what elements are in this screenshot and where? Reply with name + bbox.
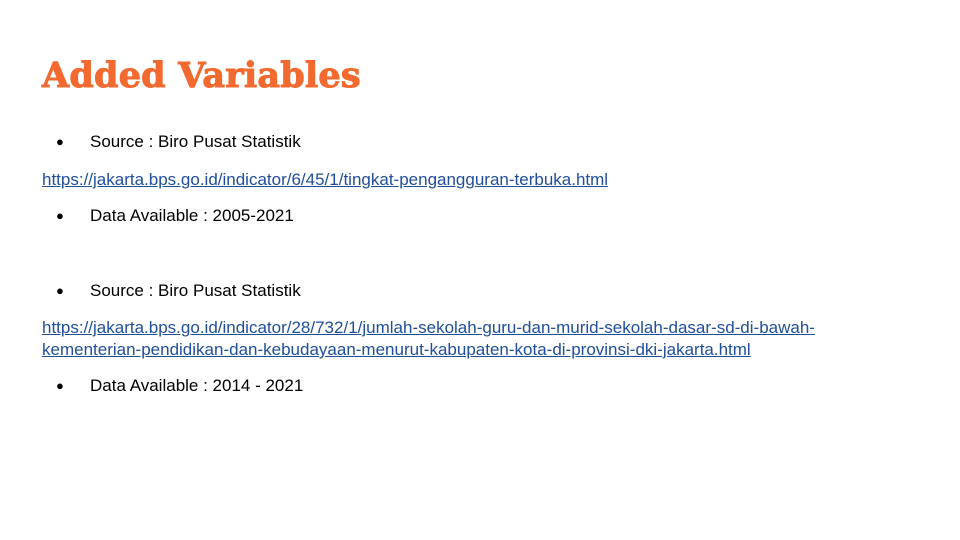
bullet-source-2: ● Source : Biro Pusat Statistik bbox=[56, 280, 301, 302]
bullet-data-available-1: ● Data Available : 2005-2021 bbox=[56, 205, 294, 227]
slide: Added Variables ● Source : Biro Pusat Sta… bbox=[0, 0, 960, 540]
source-link-2[interactable]: https://jakarta.bps.go.id/indicator/28/7… bbox=[42, 317, 815, 361]
data-available-text-2: Data Available : 2014 - 2021 bbox=[90, 376, 304, 395]
source-link-1[interactable]: https://jakarta.bps.go.id/indicator/6/45… bbox=[42, 169, 608, 191]
bullet-icon: ● bbox=[56, 378, 64, 393]
bullet-data-available-2: ● Data Available : 2014 - 2021 bbox=[56, 375, 303, 397]
source-text-1: Source : Biro Pusat Statistik bbox=[90, 132, 301, 151]
bullet-source-1: ● Source : Biro Pusat Statistik bbox=[56, 131, 301, 153]
source-text-2: Source : Biro Pusat Statistik bbox=[90, 281, 301, 300]
source-link-2-line1[interactable]: https://jakarta.bps.go.id/indicator/28/7… bbox=[42, 317, 815, 339]
bullet-icon: ● bbox=[56, 134, 64, 149]
bullet-icon: ● bbox=[56, 208, 64, 223]
data-available-text-1: Data Available : 2005-2021 bbox=[90, 206, 294, 225]
source-link-2-line2[interactable]: kementerian-pendidikan-dan-kebudayaan-me… bbox=[42, 339, 815, 361]
bullet-icon: ● bbox=[56, 283, 64, 298]
slide-title: Added Variables bbox=[42, 55, 362, 97]
